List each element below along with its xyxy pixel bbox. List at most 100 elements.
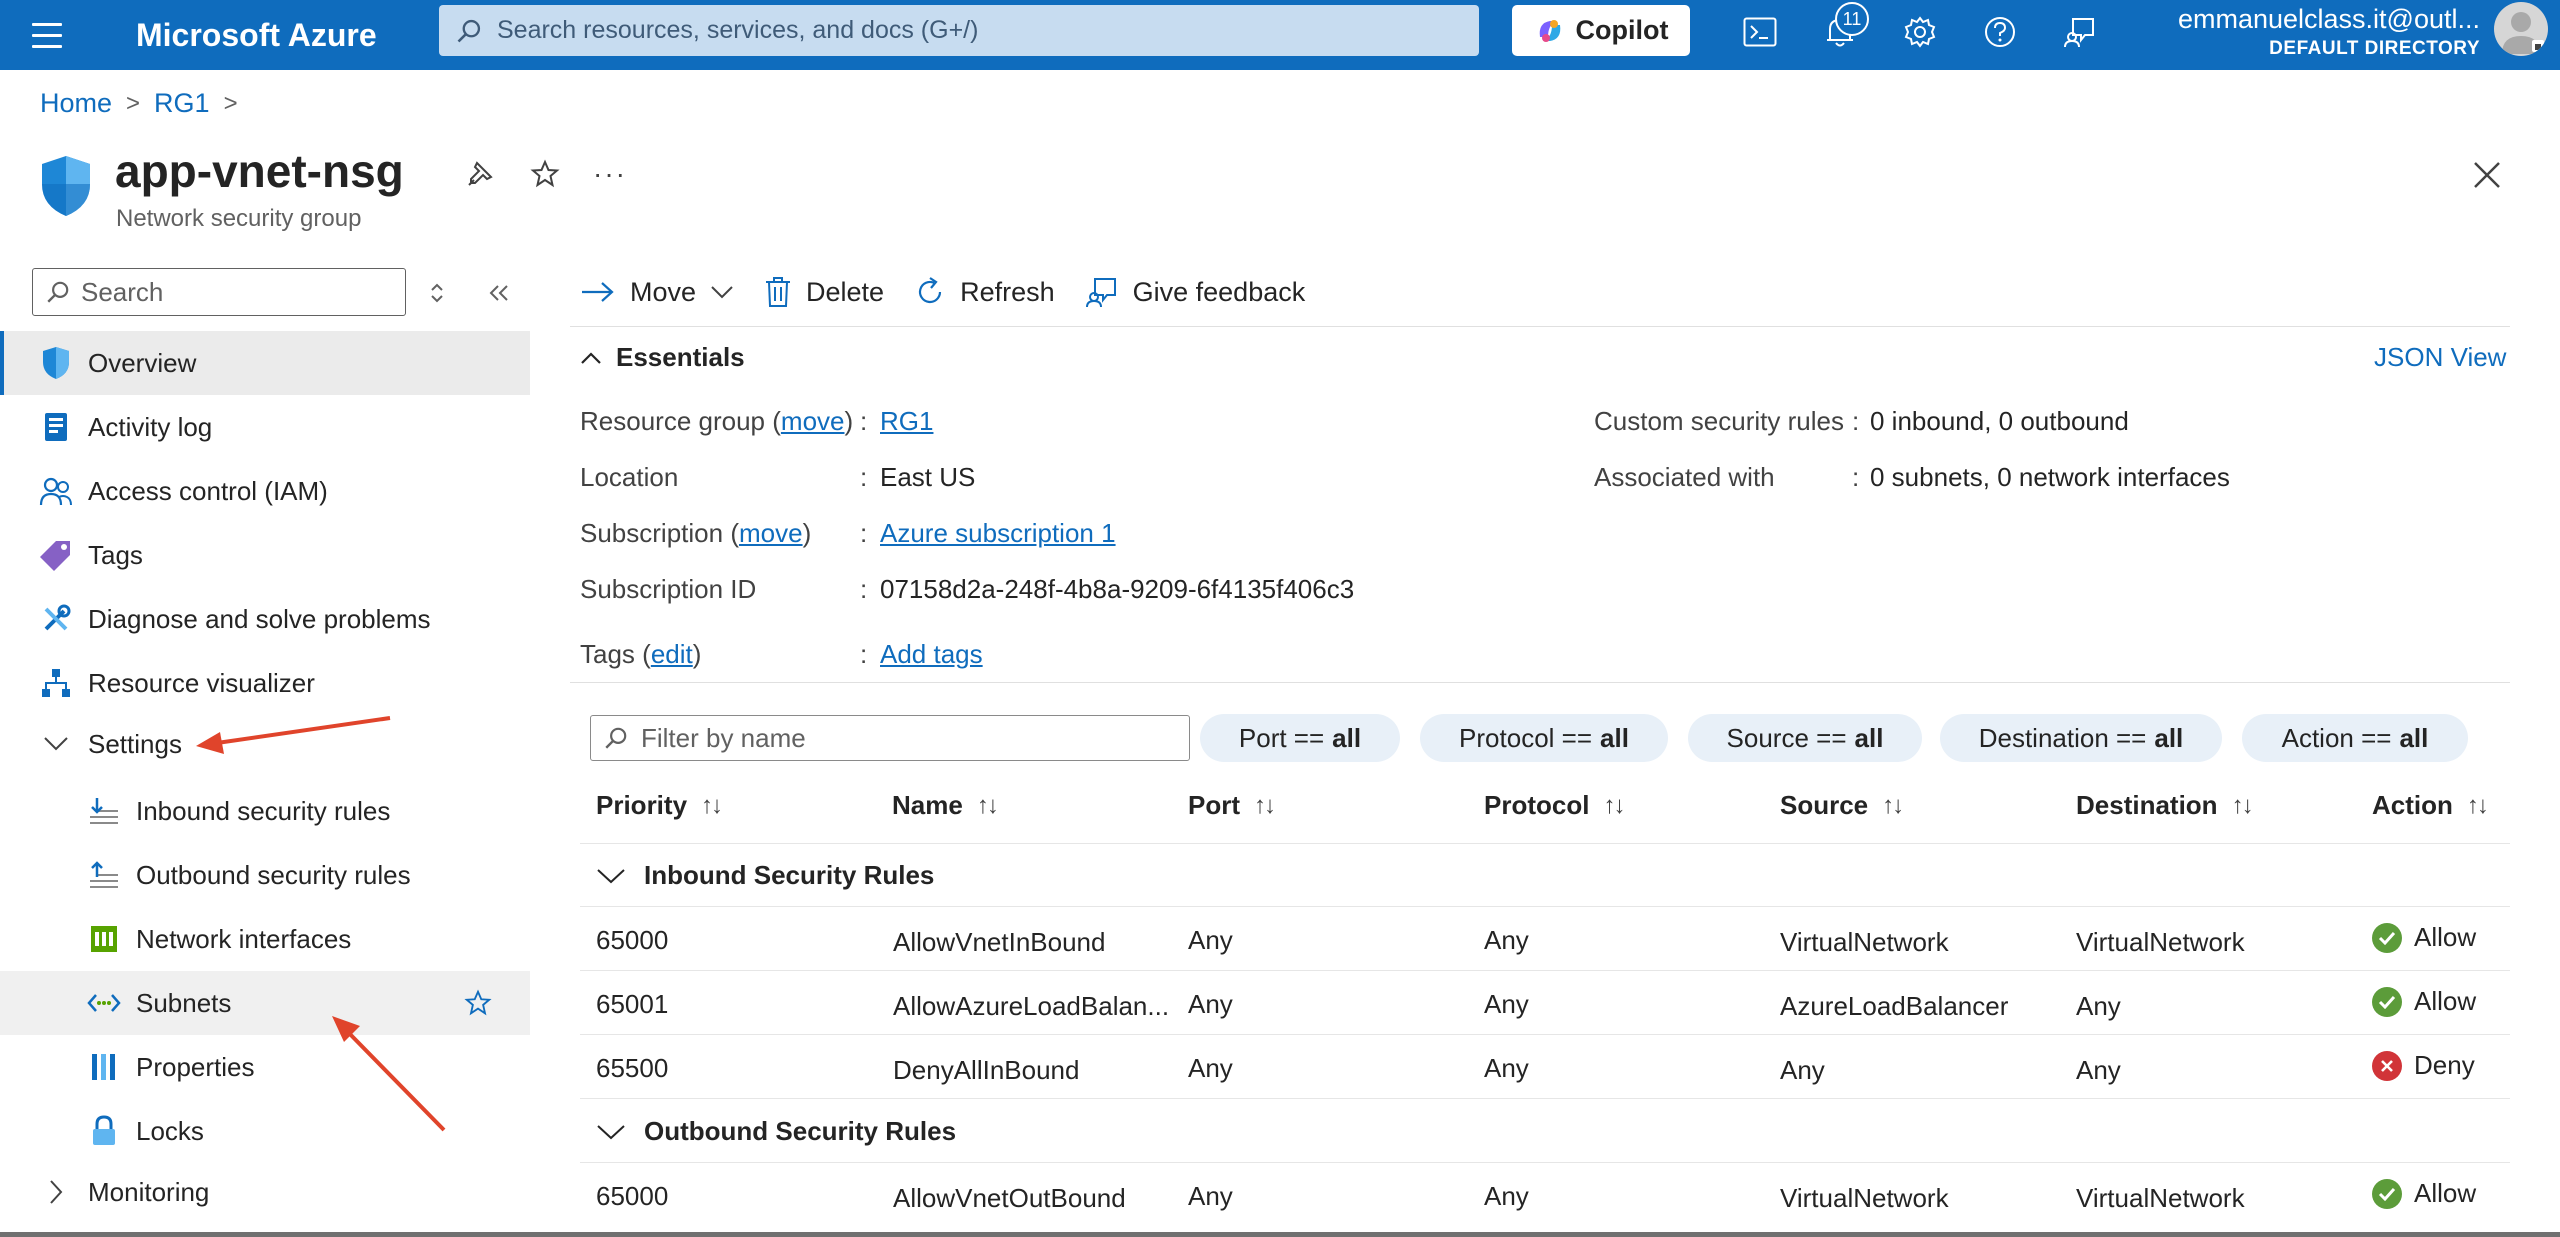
expand-collapse-icon (431, 283, 443, 303)
chevron-down-icon (711, 286, 733, 299)
double-chevron-left-icon (489, 285, 508, 301)
annotation-arrow-settings (196, 716, 391, 754)
close-paren: ) (692, 639, 702, 669)
filter-pill-port[interactable]: Port == all (1200, 714, 1400, 762)
sidebar-item-label: Inbound security rules (136, 795, 391, 826)
sidebar-item-label: Tags (88, 539, 143, 570)
refresh-icon (919, 277, 942, 304)
filter-pill-action[interactable]: Action == all (2242, 714, 2468, 762)
resource-group-value-link[interactable]: RG1 (880, 406, 933, 437)
tags-edit-link[interactable]: edit (651, 639, 693, 669)
group-title: Inbound Security Rules (644, 860, 935, 890)
settings-button[interactable] (1900, 12, 1940, 52)
action-label: Allow (2414, 1178, 2477, 1208)
close-icon[interactable] (2467, 155, 2507, 195)
account-menu[interactable]: emmanuelclass.it@outl... DEFAULT DIRECTO… (2150, 2, 2480, 62)
column-header-priority[interactable]: Priority ↑↓ (596, 790, 723, 821)
avatar[interactable] (2494, 2, 2548, 56)
essentials-toggle[interactable]: Essentials (580, 342, 745, 373)
star-icon[interactable] (460, 985, 496, 1021)
feedback-button[interactable] (2060, 12, 2100, 52)
breadcrumb-rg-link[interactable]: RG1 (154, 88, 210, 119)
open-paren: ( (772, 406, 781, 436)
sidebar-item-network-interfaces[interactable]: Network interfaces (0, 907, 530, 971)
cell-name: AllowVnetInBound (893, 927, 1106, 957)
user-avatar-icon (2502, 12, 2544, 54)
global-search-input[interactable]: Search resources, services, and docs (G+… (439, 5, 1479, 56)
cloud-shell-button[interactable] (1740, 12, 1780, 52)
divider (580, 906, 2510, 907)
column-header-action[interactable]: Action ↑↓ (2372, 790, 2489, 821)
tag-icon (38, 537, 74, 573)
associated-with-label: Associated with (1594, 462, 1775, 492)
filter-pill-protocol[interactable]: Protocol == all (1420, 714, 1668, 762)
colon: : (860, 518, 868, 548)
open-paren: ( (642, 639, 651, 669)
group-header-outbound[interactable]: Outbound Security Rules (596, 1116, 956, 1147)
copilot-button[interactable]: Copilot (1512, 5, 1690, 56)
sidebar-collapse-button[interactable] (484, 278, 514, 308)
filter-by-name-input[interactable]: Filter by name (590, 715, 1190, 761)
subscription-value-link[interactable]: Azure subscription 1 (880, 518, 1116, 549)
action-label: Allow (2414, 986, 2477, 1016)
sidebar-sort-button[interactable] (422, 278, 452, 308)
horizontal-scrollbar[interactable] (0, 1232, 2560, 1237)
search-icon (47, 281, 69, 303)
tags-label-text: Tags (580, 639, 635, 669)
breadcrumb: Home > RG1 > (40, 88, 238, 119)
pill-value: all (2154, 722, 2184, 753)
action-label: Allow (2414, 922, 2477, 952)
column-label: Source (1780, 790, 1869, 820)
sidebar-item-inbound-security-rules[interactable]: Inbound security rules (0, 779, 530, 843)
sidebar-group-monitoring[interactable]: Monitoring (0, 1160, 530, 1224)
divider (580, 1034, 2510, 1035)
sidebar-search-input[interactable]: Search (32, 268, 406, 316)
refresh-button[interactable]: Refresh (914, 276, 1055, 308)
help-icon (1985, 17, 2015, 47)
column-header-name[interactable]: Name ↑↓ (892, 790, 999, 821)
filter-pill-destination[interactable]: Destination == all (1940, 714, 2222, 762)
custom-rules-label: Custom security rules (1594, 406, 1844, 436)
pill-value: all (2399, 722, 2429, 753)
subscription-move-link[interactable]: move (739, 518, 803, 548)
hamburger-menu-button[interactable] (0, 0, 94, 70)
column-header-protocol[interactable]: Protocol ↑↓ (1484, 790, 1625, 821)
star-icon (530, 159, 560, 188)
favorite-button[interactable] (527, 156, 563, 192)
sidebar-item-overview[interactable]: Overview (0, 331, 530, 395)
give-feedback-button[interactable]: Give feedback (1085, 275, 1305, 309)
cell-port: Any (1188, 1181, 1233, 1211)
group-header-inbound[interactable]: Inbound Security Rules (596, 860, 934, 891)
outbound-rules-icon (86, 857, 122, 893)
column-header-destination[interactable]: Destination ↑↓ (2076, 790, 2254, 821)
gear-icon (1904, 16, 1936, 48)
cell-destination: Any (2076, 991, 2121, 1021)
sidebar-item-label: Activity log (88, 411, 213, 442)
column-header-port[interactable]: Port ↑↓ (1188, 790, 1276, 821)
sidebar-item-label: Diagnose and solve problems (88, 603, 431, 634)
add-tags-link[interactable]: Add tags (880, 639, 983, 670)
nsg-shield-icon (42, 156, 90, 216)
sidebar-item-tags[interactable]: Tags (0, 523, 530, 587)
filter-pill-source[interactable]: Source == all (1688, 714, 1922, 762)
resource-group-move-link[interactable]: move (781, 406, 845, 436)
filter-placeholder: Filter by name (641, 722, 806, 753)
sidebar-item-diagnose[interactable]: Diagnose and solve problems (0, 587, 530, 651)
column-label: Priority (596, 790, 688, 820)
sidebar-item-access-control[interactable]: Access control (IAM) (0, 459, 530, 523)
cell-name: AllowVnetOutBound (893, 1183, 1126, 1213)
brand-title[interactable]: Microsoft Azure (94, 17, 439, 54)
delete-button[interactable]: Delete (764, 276, 884, 308)
inbound-rules-icon (86, 793, 122, 829)
breadcrumb-home-link[interactable]: Home (40, 88, 112, 119)
help-button[interactable] (1980, 12, 2020, 52)
pin-button[interactable] (462, 156, 498, 192)
more-options-button[interactable]: ··· (592, 156, 628, 192)
sidebar-item-outbound-security-rules[interactable]: Outbound security rules (0, 843, 530, 907)
refresh-label: Refresh (960, 276, 1055, 307)
move-button[interactable]: Move (580, 277, 734, 308)
json-view-link[interactable]: JSON View (2374, 342, 2506, 373)
column-header-source[interactable]: Source ↑↓ (1780, 790, 1904, 821)
sidebar-item-activity-log[interactable]: Activity log (0, 395, 530, 459)
cell-port: Any (1188, 925, 1233, 955)
